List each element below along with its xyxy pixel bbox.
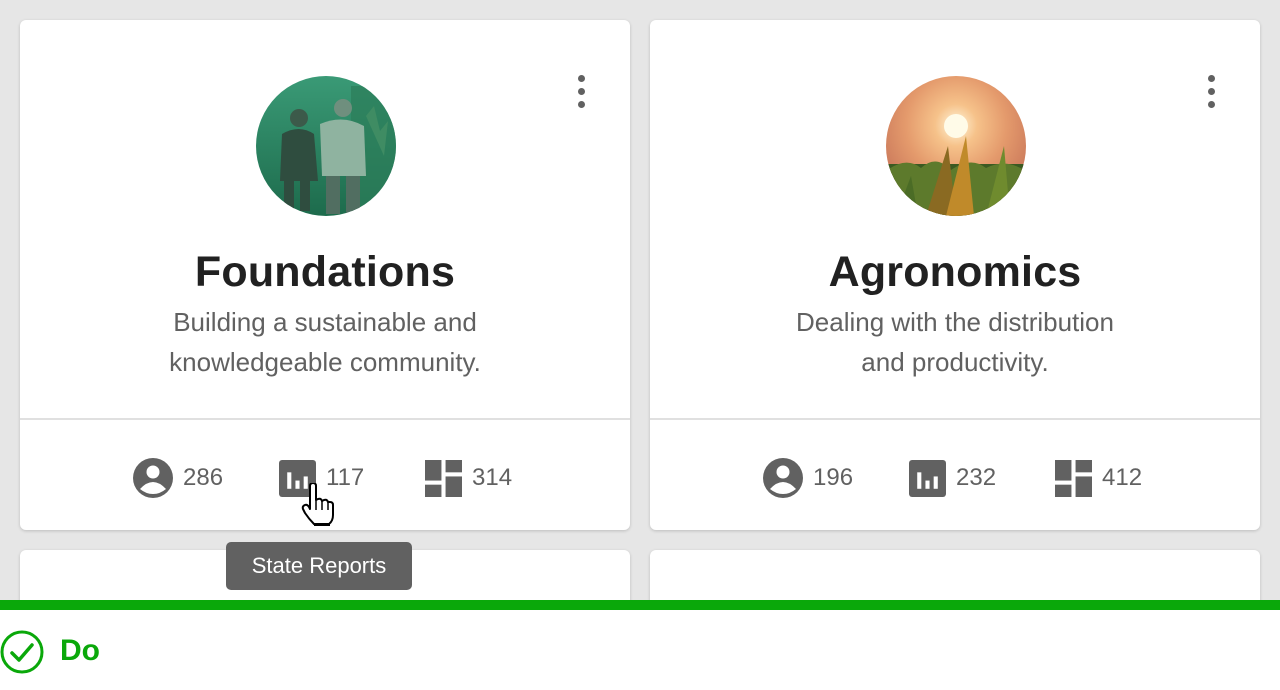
tooltip: State Reports bbox=[226, 542, 412, 590]
card-partial[interactable] bbox=[650, 550, 1260, 600]
bar-chart-icon bbox=[909, 459, 946, 497]
user-icon bbox=[133, 458, 173, 498]
card-title: Foundations bbox=[194, 248, 456, 296]
description-line: Building a sustainable and bbox=[173, 307, 477, 337]
users-stat[interactable]: 196 bbox=[763, 458, 853, 498]
card-description: Dealing with the distribution and produc… bbox=[755, 302, 1155, 382]
sunset-cornfield-icon bbox=[886, 76, 1026, 216]
card-agronomics[interactable]: Agronomics Dealing with the distribution… bbox=[650, 20, 1260, 530]
dashboards-count: 314 bbox=[472, 464, 513, 491]
reports-count: 232 bbox=[956, 464, 997, 491]
description-line: knowledgeable community. bbox=[169, 347, 481, 377]
dashboards-count: 412 bbox=[1102, 464, 1143, 491]
card-grid: Foundations Building a sustainable and k… bbox=[0, 0, 1280, 600]
guideline-caption: Do bbox=[0, 610, 1280, 690]
dashboards-stat[interactable]: 412 bbox=[1055, 458, 1142, 498]
card-stats: 196 232 412 bbox=[650, 458, 1260, 498]
guideline-bar bbox=[0, 600, 1280, 610]
users-count: 286 bbox=[183, 464, 224, 491]
people-in-field-icon bbox=[256, 76, 396, 216]
more-options-icon[interactable] bbox=[574, 75, 590, 111]
avatar bbox=[886, 76, 1026, 216]
users-stat[interactable]: 286 bbox=[133, 458, 223, 498]
card-description: Building a sustainable and knowledgeable… bbox=[125, 302, 525, 382]
check-circle-icon bbox=[0, 630, 44, 674]
guideline-label: Do bbox=[60, 634, 100, 667]
avatar bbox=[256, 76, 396, 216]
state-reports-stat[interactable]: 232 bbox=[909, 458, 996, 498]
user-icon bbox=[763, 458, 803, 498]
card-title: Agronomics bbox=[828, 248, 1082, 296]
dashboard-icon bbox=[425, 459, 462, 497]
users-count: 196 bbox=[813, 464, 854, 491]
divider bbox=[20, 418, 630, 420]
dashboard-icon bbox=[1055, 459, 1092, 497]
hand-pointer-cursor-icon bbox=[301, 483, 334, 526]
dashboards-stat[interactable]: 314 bbox=[425, 458, 512, 498]
description-line: and productivity. bbox=[861, 347, 1049, 377]
description-line: Dealing with the distribution bbox=[796, 307, 1114, 337]
more-options-icon[interactable] bbox=[1204, 75, 1220, 111]
divider bbox=[650, 418, 1260, 420]
card-foundations[interactable]: Foundations Building a sustainable and k… bbox=[20, 20, 630, 530]
